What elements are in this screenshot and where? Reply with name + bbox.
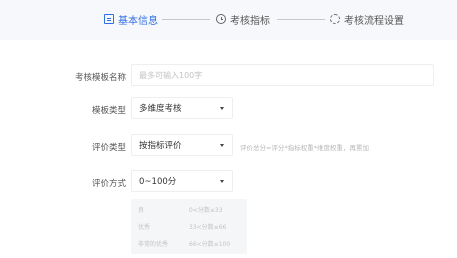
document-icon bbox=[104, 14, 114, 24]
template-type-label: 模板类型 bbox=[91, 106, 126, 116]
step-label: 考核流程设置 bbox=[344, 15, 404, 27]
clock-icon bbox=[216, 14, 226, 24]
loading-icon bbox=[330, 14, 340, 24]
grade-name: 非常的优秀 bbox=[138, 241, 169, 248]
step-connector bbox=[162, 19, 210, 20]
step-label: 基本信息 bbox=[118, 15, 158, 27]
grade-name: 优秀 bbox=[138, 224, 151, 231]
step-label: 考核指标 bbox=[230, 15, 270, 27]
caret-down-icon bbox=[220, 180, 224, 183]
evaluation-type-hint: 评价总分=评分*指标权重*维度权重，再累加 bbox=[240, 144, 369, 152]
grade-table: 良 0<分数≤33 优秀 33<分数≤66 非常的优秀 66<分数≤100 bbox=[131, 199, 247, 254]
grade-row: 良 0<分数≤33 bbox=[131, 202, 247, 216]
step-assessment-indicators[interactable]: 考核指标 bbox=[216, 11, 270, 27]
evaluation-type-value: 按指标评价 bbox=[139, 141, 182, 151]
evaluation-type-label: 评价类型 bbox=[91, 143, 126, 153]
evaluation-type-select[interactable]: 按指标评价 bbox=[131, 134, 233, 156]
template-name-field[interactable] bbox=[131, 64, 434, 86]
evaluation-method-select[interactable]: 0~100分 bbox=[131, 170, 233, 192]
template-name-label: 考核模板名称 bbox=[74, 73, 126, 83]
grade-row: 优秀 33<分数≤66 bbox=[131, 219, 247, 233]
step-process-settings[interactable]: 考核流程设置 bbox=[330, 11, 404, 27]
grade-range: 66<分数≤100 bbox=[189, 241, 231, 248]
step-connector bbox=[277, 19, 325, 20]
evaluation-method-label: 评价方式 bbox=[91, 179, 126, 189]
step-basic-info[interactable]: 基本信息 bbox=[104, 11, 158, 27]
grade-range: 0<分数≤33 bbox=[189, 207, 223, 214]
step-progress-bar: 基本信息 考核指标 考核流程设置 bbox=[0, 0, 457, 40]
grade-row: 非常的优秀 66<分数≤100 bbox=[131, 236, 247, 250]
caret-down-icon bbox=[220, 107, 224, 110]
grade-name: 良 bbox=[138, 207, 145, 214]
evaluation-method-value: 0~100分 bbox=[139, 177, 177, 187]
caret-down-icon bbox=[220, 144, 224, 147]
grade-range: 33<分数≤66 bbox=[189, 224, 227, 231]
template-name-input[interactable] bbox=[139, 70, 433, 80]
template-type-select[interactable]: 多维度考核 bbox=[131, 97, 233, 119]
template-type-value: 多维度考核 bbox=[139, 104, 182, 114]
